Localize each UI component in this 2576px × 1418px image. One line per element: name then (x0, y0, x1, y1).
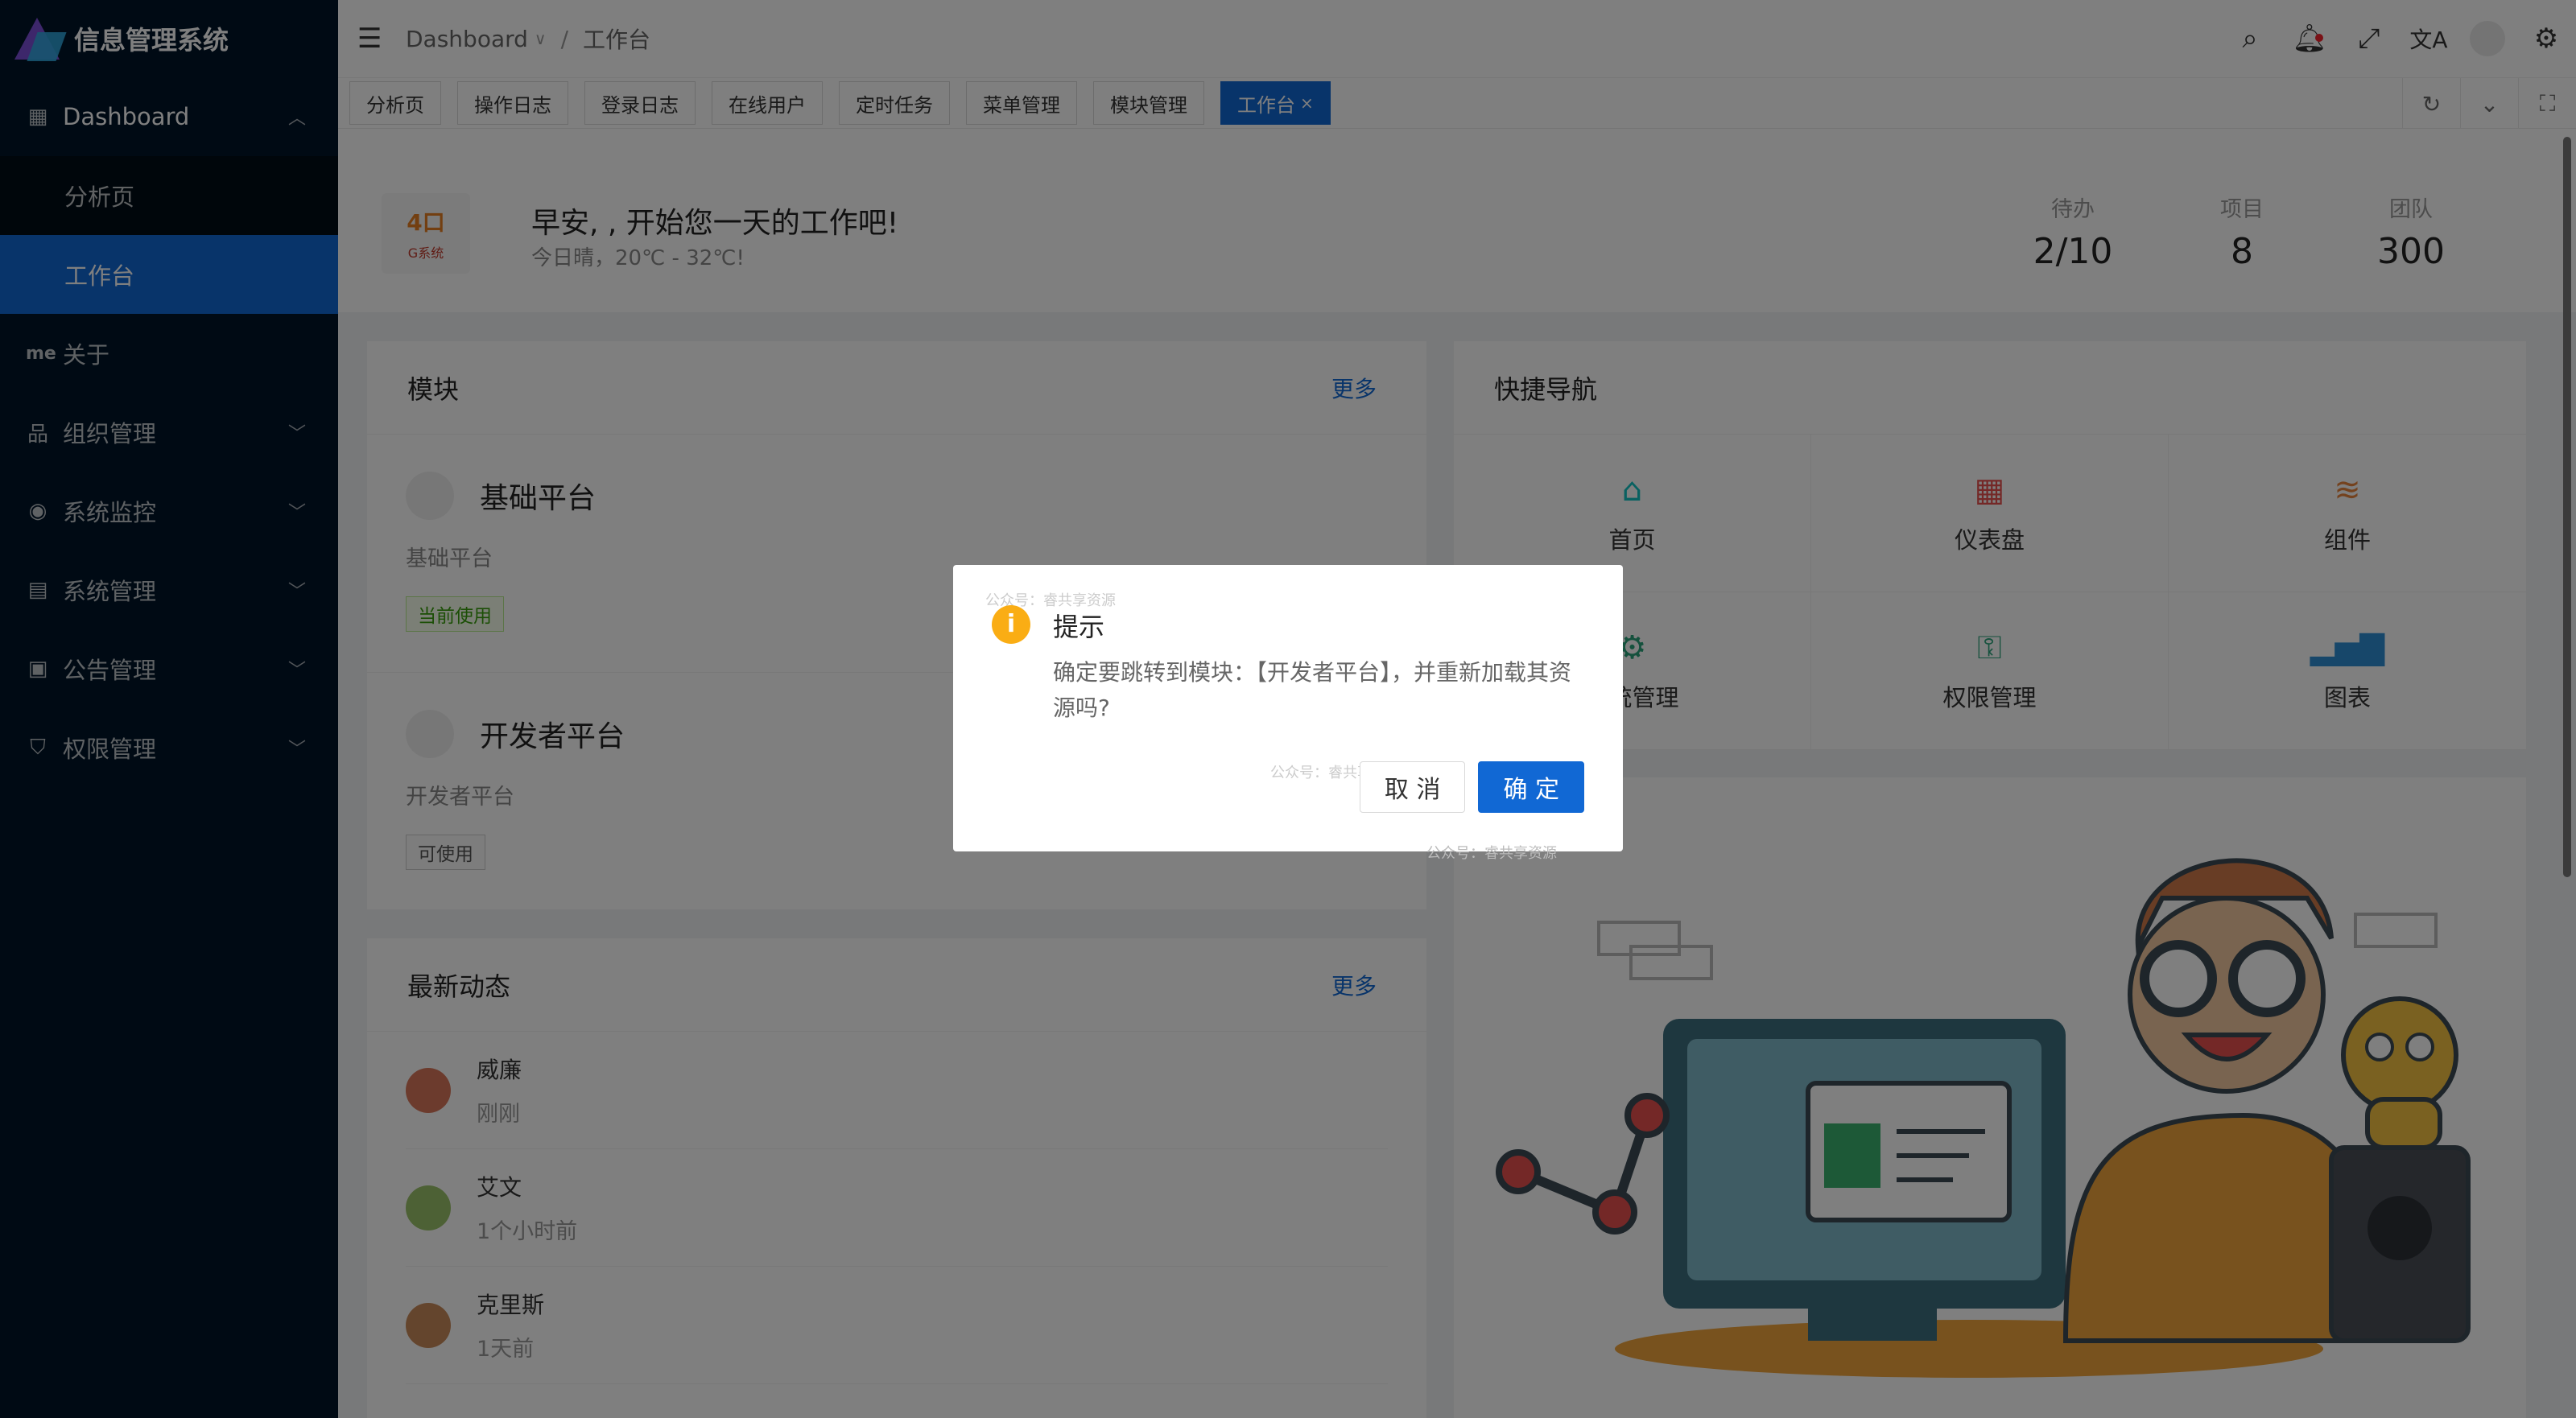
ok-button[interactable]: 确 定 (1478, 761, 1584, 813)
dialog-title: 提示 (1053, 612, 1105, 642)
info-icon: i (992, 605, 1030, 644)
cancel-button[interactable]: 取 消 (1359, 761, 1466, 813)
dialog-message: 确定要跳转到模块：【开发者平台】，并重新加载其资源吗? (1053, 659, 1572, 721)
watermark: 公众号：睿共享资源 (1426, 845, 1557, 862)
confirm-dialog: 公众号：睿共享资源 i 提示 确定要跳转到模块：【开发者平台】，并重新加载其资源… (953, 565, 1623, 851)
dialog-buttons: 取 消 确 定 (1359, 761, 1584, 813)
